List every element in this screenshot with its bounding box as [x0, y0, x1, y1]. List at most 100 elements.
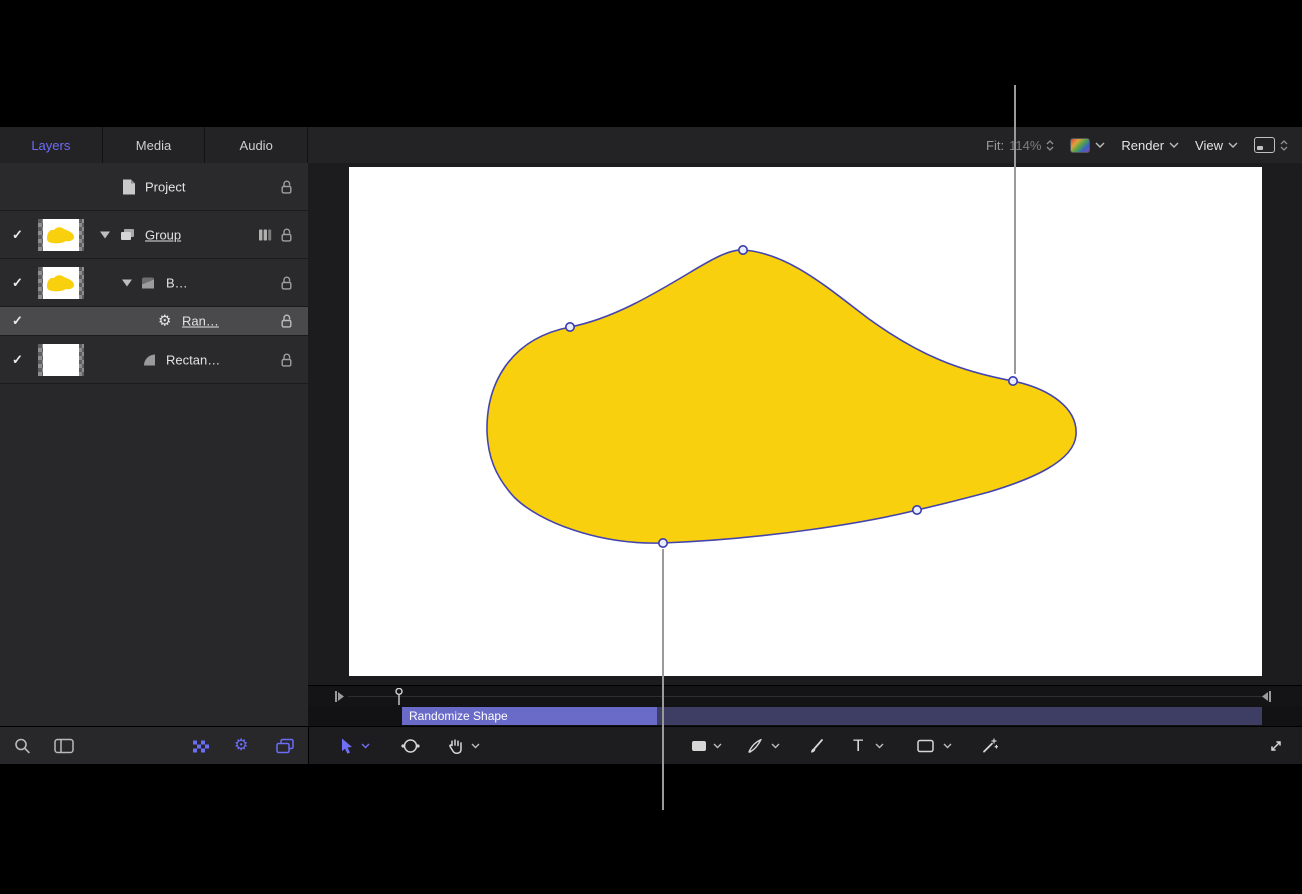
layer-label-group[interactable]: Group — [145, 227, 181, 242]
motion-app-window: Layers Media Audio Fit: 114% Render — [0, 127, 1302, 763]
toggle-checkerboard-icon[interactable] — [192, 739, 209, 752]
behavior-gear-icon: ⚙ — [158, 314, 171, 329]
chevron-down-icon[interactable] — [471, 743, 480, 749]
clip-badge-icon — [258, 228, 272, 241]
channels-dropdown[interactable] — [1070, 138, 1105, 153]
brush-tool-icon[interactable] — [809, 738, 824, 754]
fit-label: Fit: — [986, 138, 1004, 153]
toggle-layers-icon[interactable] — [276, 738, 294, 753]
tab-audio[interactable]: Audio — [205, 127, 308, 163]
disclosure-triangle[interactable] — [122, 279, 132, 286]
tab-media[interactable]: Media — [103, 127, 206, 163]
canvas-artwork — [349, 167, 1262, 676]
hand-tool-icon[interactable] — [447, 737, 464, 754]
wand-tool-icon[interactable] — [981, 738, 998, 754]
window-layout-icon — [1254, 137, 1275, 153]
view-menu[interactable]: View — [1195, 138, 1238, 153]
control-point[interactable] — [566, 323, 574, 331]
layout-stepper[interactable] — [1280, 140, 1288, 151]
chevron-down-icon[interactable] — [713, 743, 722, 749]
group-icon — [120, 228, 136, 242]
control-point[interactable] — [659, 539, 667, 547]
behavior-bar-selected[interactable]: Randomize Shape — [402, 707, 657, 725]
thumbnail-blob — [43, 271, 79, 295]
chevron-down-icon — [1095, 142, 1105, 148]
layer-thumbnail — [38, 344, 84, 376]
behavior-bar-extension[interactable] — [657, 707, 1262, 725]
pen-tool-icon[interactable] — [747, 738, 763, 754]
tab-layers[interactable]: Layers — [0, 127, 103, 163]
layer-label-randomize[interactable]: Ran… — [182, 314, 219, 329]
color-channels-icon — [1070, 138, 1090, 153]
render-menu[interactable]: Render — [1121, 138, 1179, 153]
callout-line-top — [1014, 85, 1016, 374]
text-tool-icon[interactable]: T — [853, 736, 863, 756]
render-label: Render — [1121, 138, 1164, 153]
zoom-stepper[interactable] — [1046, 140, 1054, 151]
layer-label-project: Project — [145, 179, 185, 194]
chevron-down-icon — [1169, 142, 1179, 148]
behavior-bar-label: Randomize Shape — [409, 709, 508, 723]
shape-icon — [141, 276, 155, 289]
play-range-out-marker[interactable] — [1260, 690, 1272, 703]
layer-row-rectangle[interactable]: ✓ Rectan… — [0, 336, 308, 384]
timebar-strip: Randomize Shape — [308, 706, 1302, 726]
chevron-down-icon[interactable] — [771, 743, 780, 749]
project-file-icon — [122, 178, 136, 195]
canvas[interactable] — [349, 167, 1262, 676]
search-icon[interactable] — [14, 737, 31, 754]
layer-label-rectangle: Rectan… — [166, 352, 220, 367]
control-point[interactable] — [1009, 377, 1017, 385]
timeline-track — [348, 696, 1262, 697]
unlock-icon[interactable] — [280, 275, 293, 290]
chevron-down-icon — [1228, 142, 1238, 148]
layer-thumbnail — [38, 267, 84, 299]
layer-thumbnail — [38, 219, 84, 251]
window-layout-control[interactable] — [1254, 137, 1288, 153]
canvas-toolbar: T — [309, 727, 1302, 764]
tab-media-label: Media — [136, 138, 171, 153]
view-label: View — [1195, 138, 1223, 153]
panel-tabs: Layers Media Audio — [0, 127, 308, 163]
blob-shape[interactable] — [487, 250, 1076, 543]
shape-tool-icon[interactable] — [691, 740, 707, 752]
layers-panel: Project ✓ Group — [0, 163, 309, 726]
bottom-toolbar: ⚙ — [0, 726, 1302, 764]
fullscreen-icon[interactable] — [1268, 738, 1284, 754]
playhead-marker[interactable] — [394, 688, 404, 706]
canvas-background — [308, 163, 1302, 685]
layer-row-randomize-behavior[interactable]: ✓ ⚙ Ran… — [0, 307, 308, 336]
unlock-icon[interactable] — [280, 314, 293, 329]
activation-checkbox[interactable]: ✓ — [12, 227, 23, 243]
orbit-3d-tool-icon[interactable] — [401, 737, 420, 754]
layer-label-blob: B… — [166, 275, 188, 290]
layer-row-group[interactable]: ✓ Group — [0, 211, 308, 259]
zoom-control[interactable]: Fit: 114% — [986, 138, 1054, 153]
top-bar: Layers Media Audio Fit: 114% Render — [0, 127, 1302, 164]
shape-icon — [143, 353, 157, 366]
chevron-down-icon[interactable] — [361, 743, 370, 749]
chevron-down-icon[interactable] — [875, 743, 884, 749]
activation-checkbox[interactable]: ✓ — [12, 313, 23, 329]
play-range-in-marker[interactable] — [334, 690, 346, 703]
panel-layout-icon[interactable] — [54, 738, 74, 753]
mini-timeline[interactable] — [308, 685, 1302, 707]
canvas-view-controls: Fit: 114% Render View — [986, 127, 1288, 163]
unlock-icon[interactable] — [280, 227, 293, 242]
toggle-behaviors-icon[interactable]: ⚙ — [234, 738, 248, 754]
layer-row-project[interactable]: Project — [0, 163, 308, 211]
disclosure-triangle[interactable] — [100, 231, 110, 238]
layers-panel-footer: ⚙ — [0, 727, 309, 764]
chevron-down-icon[interactable] — [943, 743, 952, 749]
control-point[interactable] — [739, 246, 747, 254]
mask-rect-tool-icon[interactable] — [917, 739, 934, 752]
activation-checkbox[interactable]: ✓ — [12, 352, 23, 368]
activation-checkbox[interactable]: ✓ — [12, 275, 23, 291]
select-transform-tool-icon[interactable] — [339, 737, 354, 754]
unlock-icon[interactable] — [280, 352, 293, 367]
callout-line-bottom — [662, 549, 664, 810]
layer-row-blob[interactable]: ✓ B… — [0, 259, 308, 307]
tab-layers-label: Layers — [31, 138, 70, 153]
unlock-icon[interactable] — [280, 179, 293, 194]
control-point[interactable] — [913, 506, 921, 514]
